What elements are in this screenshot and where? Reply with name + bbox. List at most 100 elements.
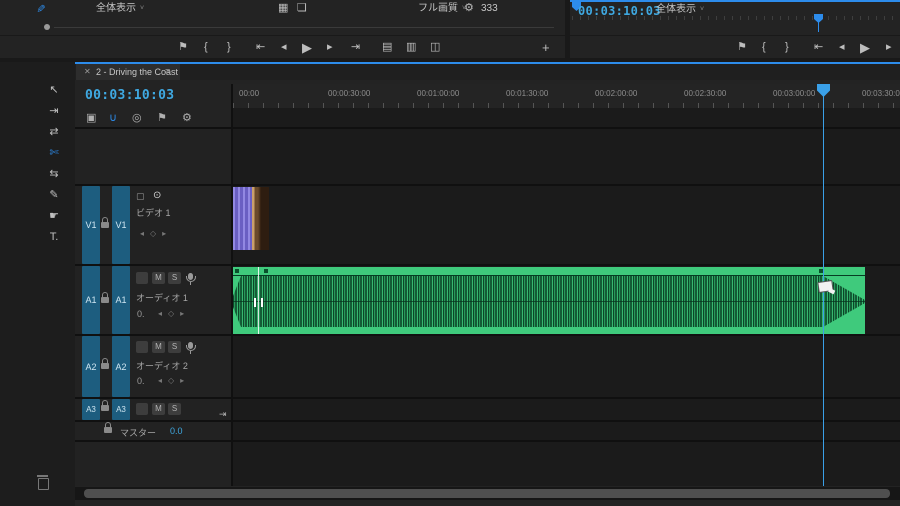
track-lock-icon[interactable] [101, 222, 109, 228]
track-target-a2[interactable]: A2 [112, 336, 130, 397]
snap-toggle-icon[interactable]: ∪ [109, 113, 117, 124]
play-button-icon[interactable]: ▶ [302, 41, 312, 54]
solo-button-a1[interactable]: S [168, 272, 181, 284]
mute-button-a1[interactable]: M [152, 272, 165, 284]
step-back-icon[interactable]: ◂ [839, 42, 845, 53]
edit-handle[interactable] [254, 298, 256, 307]
edit-handle[interactable] [261, 298, 263, 307]
pen-edit-icon[interactable]: ✎ [34, 4, 47, 13]
mute-button-a3[interactable]: M [152, 403, 165, 415]
export-frame-icon[interactable]: ◫ [430, 42, 440, 53]
kf-prev-icon[interactable]: ◂ [158, 376, 168, 385]
mark-out-icon[interactable]: } [785, 42, 789, 53]
tab-close-icon[interactable]: ✕ [84, 68, 91, 76]
go-to-out-icon[interactable]: ⇥ [351, 42, 360, 53]
kf-next-icon[interactable]: ▸ [180, 309, 190, 318]
trash-icon[interactable] [38, 478, 49, 490]
voiceover-mic-icon[interactable] [188, 342, 193, 349]
sync-lock-icon[interactable]: ▢ [136, 192, 145, 201]
go-to-in-icon[interactable]: ⇤ [814, 42, 823, 53]
pen-tool[interactable]: ✎ [44, 185, 64, 206]
kf-add-icon[interactable]: ◇ [168, 376, 180, 385]
kf-next-icon[interactable]: ▸ [162, 229, 172, 238]
keyframe-nav[interactable]: ◂◇▸ [158, 310, 190, 318]
timeline-settings-icon[interactable]: ⚙ [182, 113, 192, 124]
button-editor-plus-icon[interactable]: + [542, 41, 550, 54]
step-back-icon[interactable]: ◂ [281, 42, 287, 53]
video-clip[interactable] [233, 187, 269, 250]
zoom-value[interactable]: 333 [481, 4, 498, 14]
playback-quality-dropdown[interactable]: フル画質˅ [418, 4, 466, 14]
kf-prev-icon[interactable]: ◂ [158, 309, 168, 318]
add-marker-icon[interactable]: ⚑ [737, 42, 747, 53]
source-zoom-knob[interactable] [44, 24, 50, 30]
voiceover-mic-icon[interactable] [188, 273, 193, 280]
step-forward-icon[interactable]: ▸ [327, 42, 333, 53]
track-meter-icon[interactable] [136, 341, 148, 353]
source-fit-dropdown[interactable]: 全体表示˅ [96, 4, 144, 14]
linked-selection-icon[interactable]: ◎ [132, 113, 142, 124]
source-patch-a3[interactable]: A3 [82, 399, 100, 420]
source-patch-a1[interactable]: A1 [82, 266, 100, 334]
go-to-in-icon[interactable]: ⇤ [256, 42, 265, 53]
track-target-v1[interactable]: V1 [112, 186, 130, 264]
step-forward-icon[interactable]: ▸ [886, 42, 892, 53]
mark-out-icon[interactable]: } [227, 42, 231, 53]
source-patch-a2[interactable]: A2 [82, 336, 100, 397]
monitor-settings-icon[interactable]: ▦ [278, 3, 288, 14]
mark-in-icon[interactable]: { [762, 42, 766, 53]
source-patch-v1[interactable]: V1 [82, 186, 100, 264]
keyframe-nav[interactable]: ◂◇▸ [140, 230, 172, 238]
razor-tool[interactable]: ✄ [44, 143, 64, 164]
track-name-a2[interactable]: オーディオ 2 [136, 359, 188, 372]
slip-tool[interactable]: ⇆ [44, 164, 64, 185]
horizontal-scrollbar-thumb[interactable] [84, 489, 890, 498]
track-output-eye-icon[interactable]: ⊙ [153, 191, 161, 201]
export-icon[interactable]: ❏ [297, 3, 307, 14]
track-lock-icon[interactable] [101, 363, 109, 369]
track-volume-a1[interactable]: 0. [137, 309, 145, 319]
audio-clip[interactable] [233, 267, 865, 334]
track-name-master[interactable]: マスター [120, 426, 156, 439]
track-name-a1[interactable]: オーディオ 1 [136, 291, 188, 304]
track-target-a3[interactable]: A3 [112, 399, 130, 420]
volume-rubber-band[interactable] [233, 275, 865, 276]
track-select-tool[interactable]: ⇥ [44, 101, 64, 122]
add-marker-icon[interactable]: ⚑ [157, 113, 167, 124]
write-keyframes-icon[interactable]: ⇥ [219, 410, 227, 419]
selection-tool[interactable]: ↖ [44, 80, 64, 101]
track-meter-icon[interactable] [136, 272, 148, 284]
solo-button-a3[interactable]: S [168, 403, 181, 415]
track-name-v1[interactable]: ビデオ 1 [136, 206, 171, 219]
keyframe-nav[interactable]: ◂◇▸ [158, 377, 190, 385]
source-scrub-line[interactable] [54, 27, 554, 28]
through-edit-line[interactable] [258, 267, 259, 334]
track-volume-a2[interactable]: 0. [137, 376, 145, 386]
mute-button-a2[interactable]: M [152, 341, 165, 353]
add-marker-icon[interactable]: ⚑ [178, 42, 188, 53]
nest-toggle-icon[interactable]: ▣ [86, 113, 96, 124]
time-ruler[interactable]: 00:00 00:00:30:00 00:01:00:00 00:01:30:0… [233, 84, 900, 109]
mark-in-icon[interactable]: { [204, 42, 208, 53]
solo-button-a2[interactable]: S [168, 341, 181, 353]
ripple-edit-tool[interactable]: ⇄ [44, 122, 64, 143]
program-mini-ruler[interactable] [572, 16, 900, 20]
timeline-timecode[interactable]: 00:03:10:03 [85, 88, 174, 103]
program-fit-dropdown[interactable]: 全体表示˅ [656, 5, 704, 15]
kf-prev-icon[interactable]: ◂ [140, 229, 150, 238]
track-lock-icon[interactable] [101, 405, 109, 411]
extract-icon[interactable]: ▥ [406, 42, 416, 53]
type-tool[interactable]: T. [44, 227, 64, 248]
kf-add-icon[interactable]: ◇ [150, 229, 162, 238]
lift-icon[interactable]: ▤ [382, 42, 392, 53]
kf-next-icon[interactable]: ▸ [180, 376, 190, 385]
track-target-a1[interactable]: A1 [112, 266, 130, 334]
hand-tool[interactable]: ☛ [44, 206, 64, 227]
track-lock-icon[interactable] [104, 427, 112, 433]
track-lock-icon[interactable] [101, 297, 109, 303]
track-meter-icon[interactable] [136, 403, 148, 415]
wrench-icon[interactable]: ⚙ [464, 3, 474, 14]
panel-menu-icon[interactable]: ≡ [165, 67, 170, 76]
master-volume[interactable]: 0.0 [170, 426, 183, 436]
play-button-icon[interactable]: ▶ [860, 41, 870, 54]
